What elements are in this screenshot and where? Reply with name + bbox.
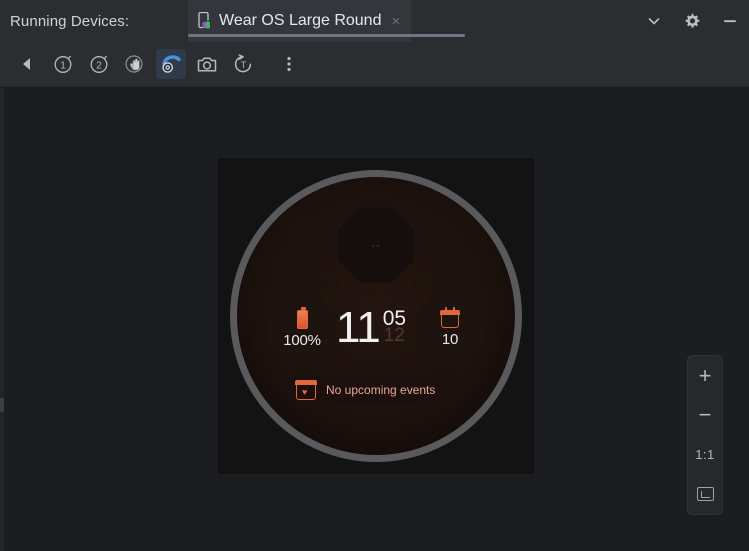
battery-value: 100% [283,332,321,349]
window-titlebar: Running Devices: Wear OS Large Round × [0,0,749,42]
events-banner[interactable]: ♥ No upcoming events [286,375,466,405]
device-icon [198,12,212,30]
time-minute-ghost: 12 [383,325,405,346]
complication-battery[interactable]: 100% [268,295,336,363]
window-controls [643,0,741,42]
complication-top[interactable]: -- [338,207,414,283]
watch-face[interactable]: -- 100% 10 11 05 12 ♥ No upcoming events [218,158,534,474]
button-2[interactable]: 2 [84,49,114,79]
fit-to-window-button[interactable] [687,475,723,515]
window-title: Running Devices: [10,12,130,30]
svg-text:1: 1 [60,60,66,71]
running-devices-window: Running Devices: Wear OS Large Round × 1… [0,0,749,551]
tab-title: Wear OS Large Round [219,12,382,29]
button-1[interactable]: 1 [48,49,78,79]
back-button[interactable] [12,49,42,79]
zoom-out-button[interactable]: − [687,396,723,436]
zoom-controls: + − 1:1 [687,355,723,515]
emulator-screen[interactable]: -- 100% 10 11 05 12 ♥ No upcoming events [218,158,534,474]
svg-text:2: 2 [96,60,102,71]
time-minute-wrap: 05 12 [383,306,417,350]
actual-size-button[interactable]: 1:1 [687,435,723,475]
left-tool-rail[interactable] [0,88,4,551]
heart-glyph: ♥ [302,386,308,397]
tab-active-underline [188,34,465,37]
rotate-button[interactable]: T [228,49,258,79]
rotate-wrist-button[interactable] [156,49,186,79]
events-text: No upcoming events [326,383,436,397]
fit-icon [696,487,714,502]
minimize-icon[interactable] [719,10,741,32]
battery-icon [296,307,308,329]
calendar-value: 10 [441,331,459,348]
time-hour: 11 [336,303,381,352]
calendar-heart-icon: ♥ [295,379,317,400]
complication-calendar[interactable]: 10 [416,295,484,363]
close-icon[interactable]: × [388,12,403,31]
palm-button[interactable] [120,49,150,79]
device-toolbar: 1 2 T [0,42,749,87]
screenshot-button[interactable] [192,49,222,79]
calendar-icon [440,307,460,328]
complication-top-placeholder: -- [371,238,381,252]
chevron-down-icon[interactable] [643,10,665,32]
watch-time: 11 05 12 [336,296,426,360]
zoom-in-button[interactable]: + [687,356,723,396]
gear-icon[interactable] [681,10,703,32]
left-rail-handle[interactable] [0,398,4,412]
more-button[interactable] [274,49,304,79]
svg-text:T: T [241,60,247,70]
